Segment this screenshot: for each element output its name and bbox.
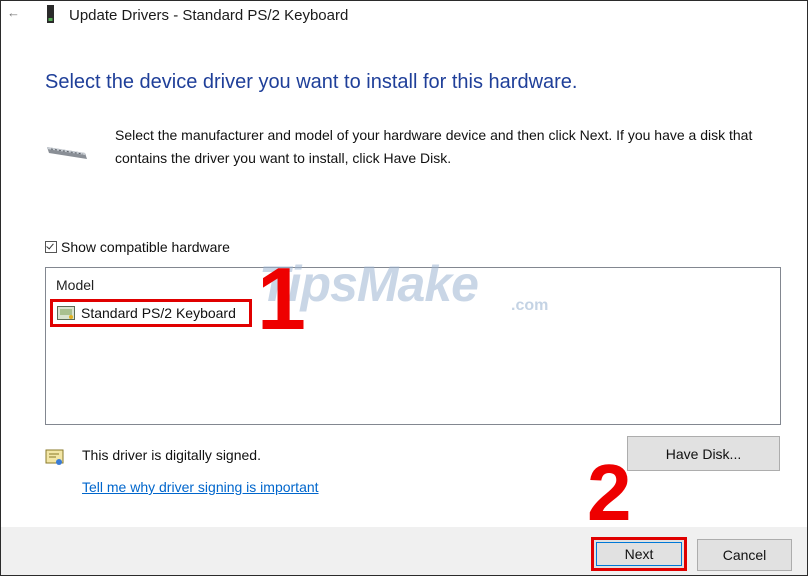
driver-icon	[57, 306, 75, 320]
cancel-button[interactable]: Cancel	[697, 539, 792, 571]
driver-signing-link[interactable]: Tell me why driver signing is important	[82, 479, 319, 495]
model-column-header: Model	[56, 277, 95, 293]
watermark-suffix: .com	[511, 297, 549, 314]
have-disk-button[interactable]: Have Disk...	[627, 436, 780, 471]
keyboard-icon	[47, 147, 87, 159]
model-item-standard-ps2-keyboard[interactable]: Standard PS/2 Keyboard	[50, 299, 252, 327]
model-item-label: Standard PS/2 Keyboard	[81, 305, 236, 321]
signed-status-text: This driver is digitally signed.	[82, 447, 261, 463]
annotation-step-2: 2	[587, 448, 632, 537]
next-button[interactable]: Next	[591, 537, 687, 571]
page-heading: Select the device driver you want to ins…	[45, 71, 578, 93]
show-compatible-checkbox[interactable]	[45, 241, 57, 253]
window-title: Update Drivers - Standard PS/2 Keyboard	[69, 7, 349, 24]
certificate-icon	[45, 449, 64, 465]
show-compatible-label: Show compatible hardware	[61, 239, 230, 255]
update-drivers-dialog: ← Update Drivers - Standard PS/2 Keyboar…	[0, 0, 808, 576]
show-compatible-row[interactable]: Show compatible hardware	[45, 239, 230, 255]
back-arrow-icon[interactable]: ←	[7, 5, 20, 20]
instructions-text: Select the manufacturer and model of you…	[115, 127, 753, 166]
next-button-label: Next	[596, 542, 682, 566]
annotation-step-1: 1	[257, 249, 306, 348]
device-icon	[47, 5, 54, 23]
